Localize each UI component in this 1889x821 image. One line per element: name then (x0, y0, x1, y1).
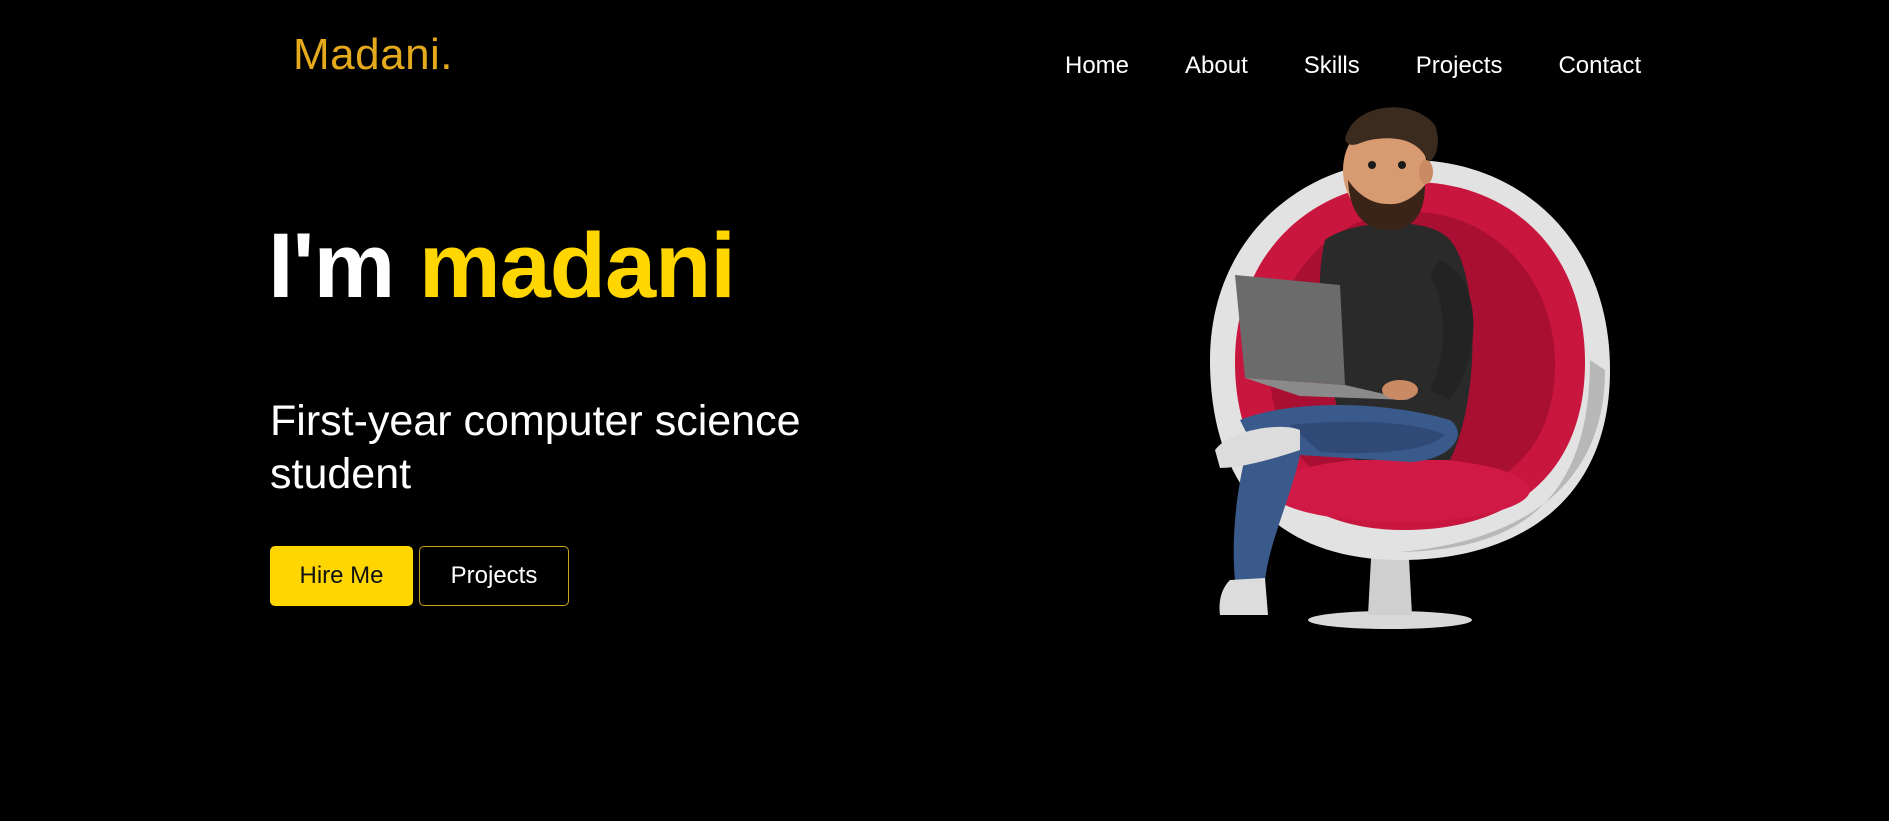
nav-about[interactable]: About (1185, 52, 1248, 80)
nav-home[interactable]: Home (1065, 52, 1129, 80)
main-nav: Home About Skills Projects Contact (1065, 52, 1641, 80)
hero-title: I'm madani (268, 214, 736, 319)
nav-projects[interactable]: Projects (1416, 52, 1503, 80)
site-logo[interactable]: Madani. (293, 30, 453, 80)
man-in-egg-chair-with-laptop-illustration (1210, 107, 1610, 629)
hero-subtitle: First-year computer science student (270, 397, 801, 498)
hero-name: madani (418, 215, 736, 317)
hire-me-button[interactable]: Hire Me (270, 546, 413, 606)
hero-greeting: I'm (268, 215, 395, 317)
nav-contact[interactable]: Contact (1558, 52, 1641, 80)
page: Madani. Home About Skills Projects Conta… (0, 0, 1889, 821)
projects-button[interactable]: Projects (419, 546, 569, 606)
nav-skills[interactable]: Skills (1304, 52, 1360, 80)
